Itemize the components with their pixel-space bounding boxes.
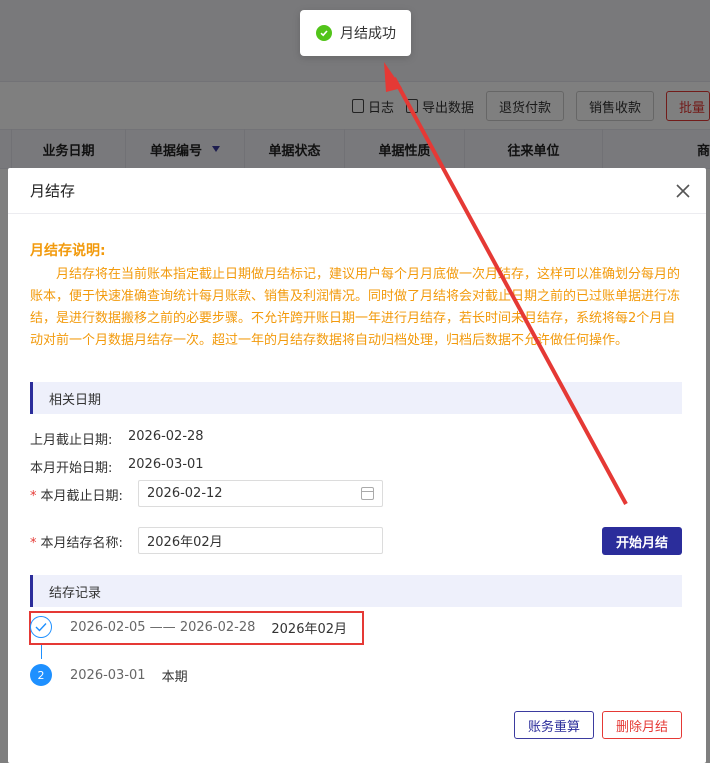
record-name: 2026年02月 bbox=[271, 621, 348, 637]
this-start-date-label: 本月开始日期: bbox=[30, 461, 113, 476]
required-asterisk: * bbox=[30, 536, 37, 551]
record-item: 2 2026-03-01 本期 bbox=[30, 664, 188, 686]
record-item: 2026-02-05 —— 2026-02-28 2026年02月 bbox=[30, 616, 347, 638]
description-body: 月结存将在当前账本指定截止日期做月结标记，建议用户每个月月底做一次月结存，这样可… bbox=[30, 267, 681, 348]
description-title: 月结存说明: bbox=[30, 243, 106, 259]
toast-message: 月结成功 bbox=[340, 26, 396, 42]
period-name-value: 2026年02月 bbox=[147, 535, 223, 550]
modal-header: 月结存 bbox=[8, 168, 706, 214]
record-range: 2026-02-05 —— 2026-02-28 bbox=[70, 619, 256, 635]
section-records: 结存记录 bbox=[30, 575, 682, 607]
name-label-text: 本月结存名称: bbox=[40, 536, 123, 551]
section-related-dates: 相关日期 bbox=[30, 382, 682, 414]
calendar-icon[interactable] bbox=[361, 487, 374, 500]
last-end-date-label: 上月截止日期: bbox=[30, 433, 113, 448]
name-label: * 本月结存名称: bbox=[30, 532, 123, 551]
this-start-date-value: 2026-03-01 bbox=[128, 457, 204, 472]
check-icon bbox=[30, 616, 52, 638]
last-end-date-value: 2026-02-28 bbox=[128, 429, 204, 444]
close-icon[interactable] bbox=[676, 181, 690, 201]
record-range: 2026-03-01 bbox=[70, 667, 146, 683]
check-circle-icon bbox=[316, 25, 332, 41]
step-number-badge: 2 bbox=[30, 664, 52, 686]
month-end-modal: 月结存 月结存说明: 月结存将在当前账本指定截止日期做月结标记，建议用户每个月月… bbox=[8, 168, 706, 763]
success-toast: 月结成功 bbox=[300, 10, 411, 56]
this-end-date-label-text: 本月截止日期: bbox=[40, 489, 123, 504]
period-name-input[interactable]: 2026年02月 bbox=[138, 527, 383, 554]
this-end-date-label: * 本月截止日期: bbox=[30, 485, 123, 504]
end-date-picker[interactable]: 2026-02-12 bbox=[138, 480, 383, 507]
end-date-value: 2026-02-12 bbox=[147, 486, 223, 501]
modal-title: 月结存 bbox=[30, 182, 76, 200]
timeline-connector bbox=[41, 645, 42, 659]
record-name: 本期 bbox=[161, 669, 188, 685]
month-end-description: 月结存说明: 月结存将在当前账本指定截止日期做月结标记，建议用户每个月月底做一次… bbox=[30, 240, 686, 352]
required-asterisk: * bbox=[30, 489, 37, 504]
start-month-end-button[interactable]: 开始月结 bbox=[602, 527, 682, 555]
delete-month-end-button[interactable]: 删除月结 bbox=[602, 711, 682, 739]
recalculate-button[interactable]: 账务重算 bbox=[514, 711, 594, 739]
